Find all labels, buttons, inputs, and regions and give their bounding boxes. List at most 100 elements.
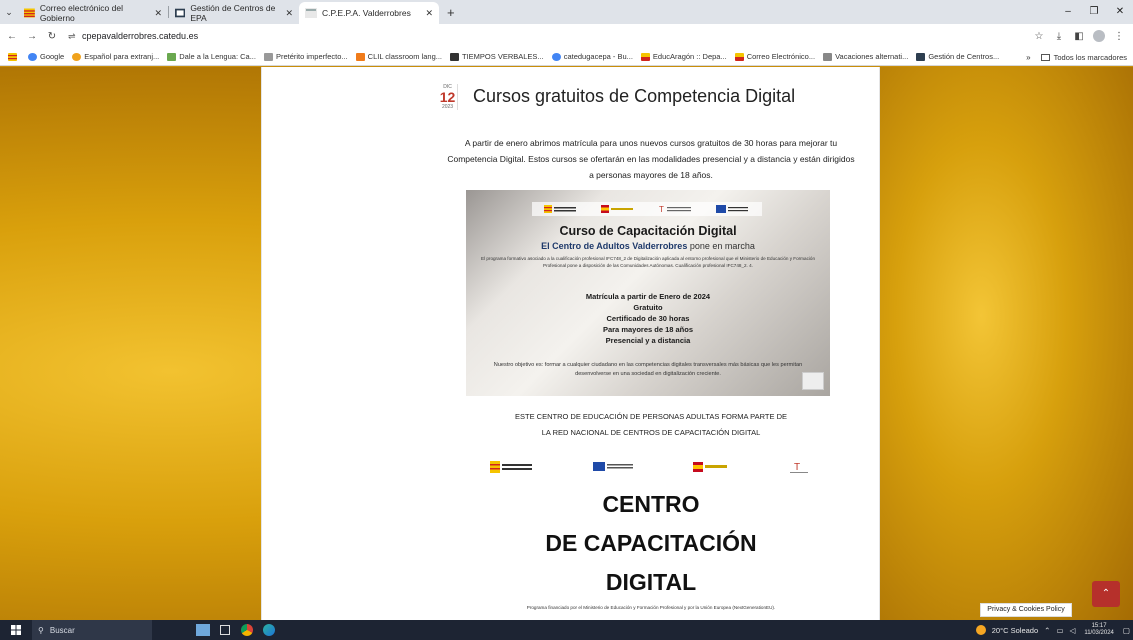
flyer-description: El programa formativo asociado a la cual…: [481, 256, 815, 268]
network-line: ESTE CENTRO DE EDUCACIÓN DE PERSONAS ADU…: [515, 412, 787, 421]
bookmark-aragon[interactable]: [8, 52, 20, 61]
flyer-subtitle: El Centro de Adultos Valderrobres pone e…: [466, 241, 830, 251]
gobierno-espana-logo: [601, 205, 634, 213]
tab-title: C.P.E.P.A. Valderrobres: [322, 8, 411, 18]
tab-search-button[interactable]: ⌄: [0, 0, 18, 24]
aragon-flag-icon: [640, 52, 650, 61]
windows-start-button[interactable]: [0, 620, 32, 640]
post-title[interactable]: Cursos gratuitos de Competencia Digital: [473, 86, 795, 107]
network-line: LA RED NACIONAL DE CENTROS DE CAPACITACI…: [541, 428, 761, 437]
bookmark-label: Gestión de Centros...: [928, 52, 1000, 61]
flyer-highlight: Gratuito: [633, 303, 663, 312]
chevron-up-icon[interactable]: ⌃: [1044, 626, 1050, 635]
bookmark-label: Pretérito imperfecto...: [275, 52, 348, 61]
bookmark-item[interactable]: Dale a la Lengua: Ca...: [167, 52, 256, 61]
close-icon[interactable]: ✕: [279, 8, 293, 19]
taskbar-search[interactable]: ⚲ Buscar: [32, 620, 152, 640]
sponsor-logos: T: [490, 456, 810, 478]
google-icon: [28, 52, 37, 61]
tab-strip: ⌄ Correo electrónico del Gobierno ✕ Gest…: [0, 0, 1133, 24]
flyer-subtitle-bold: El Centro de Adultos Valderrobres: [541, 241, 688, 251]
all-bookmarks-link[interactable]: Todos los marcadores: [1054, 53, 1127, 62]
tr-logo: T: [789, 462, 808, 473]
volume-icon[interactable]: ◁: [1070, 626, 1076, 635]
weather-text[interactable]: 20°C Soleado: [992, 626, 1038, 635]
reload-icon[interactable]: ↻: [44, 31, 60, 42]
bookmark-item[interactable]: CLIL classroom lang...: [355, 52, 442, 61]
big-title-line: DIGITAL: [605, 569, 697, 595]
bookmark-label: Vacaciones alternati...: [835, 52, 909, 61]
globe-icon: [72, 52, 82, 61]
flyer-highlight: Presencial y a distancia: [605, 336, 691, 345]
bookmark-label: Correo Electrónico...: [746, 52, 816, 61]
forward-icon[interactable]: →: [24, 31, 40, 42]
aragon-flag-icon: [8, 52, 17, 61]
url-field[interactable]: ⇌ cpepavalderrobres.catedu.es: [68, 27, 198, 45]
bookmark-item[interactable]: Google: [28, 52, 64, 61]
bookmark-item[interactable]: Pretérito imperfecto...: [263, 52, 348, 61]
address-bar: ← → ↻ ⇌ cpepavalderrobres.catedu.es ☆ ⤓ …: [0, 24, 1133, 48]
notifications-icon[interactable]: ▢: [1123, 626, 1130, 635]
svg-text:T: T: [659, 205, 664, 213]
eu-flag-logo: [716, 205, 749, 213]
avatar[interactable]: [1093, 30, 1105, 42]
big-title-line: CENTRO: [602, 491, 700, 517]
site-settings-icon[interactable]: ⇌: [68, 31, 82, 42]
close-icon[interactable]: ✕: [419, 8, 433, 19]
tab-title: Gestión de Centros de EPA: [190, 3, 276, 23]
tab-correo[interactable]: Correo electrónico del Gobierno ✕: [18, 2, 168, 24]
bookmark-item[interactable]: catedugacepa - Bu...: [551, 52, 633, 61]
folder-icon: [1040, 53, 1050, 61]
bookmark-label: Dale a la Lengua: Ca...: [179, 52, 256, 61]
svg-text:T: T: [794, 462, 800, 473]
side-panel-icon[interactable]: ◧: [1069, 31, 1089, 42]
bookmark-label: Español para extranj...: [84, 52, 160, 61]
url-text: cpepavalderrobres.catedu.es: [82, 31, 199, 41]
new-tab-button[interactable]: +: [439, 5, 463, 20]
windows-logo-icon: [11, 625, 21, 635]
network-icon[interactable]: ▭: [1056, 626, 1063, 635]
date-day: 12: [439, 89, 456, 105]
bookmark-item[interactable]: Gestión de Centros...: [916, 52, 999, 61]
restore-icon[interactable]: ❐: [1081, 0, 1107, 24]
close-icon[interactable]: ✕: [148, 8, 162, 19]
bookmark-item[interactable]: Vacaciones alternati...: [823, 52, 908, 61]
close-window-icon[interactable]: ✕: [1107, 0, 1133, 24]
windows-taskbar: ⚲ Buscar 20°C Soleado ⌃ ▭ ◁ 15:17 11/03/…: [0, 620, 1133, 640]
bookmark-item[interactable]: TIEMPOS VERBALES...: [450, 52, 544, 61]
search-placeholder: Buscar: [49, 625, 75, 635]
scroll-to-top-button[interactable]: ⌃: [1092, 581, 1120, 607]
bookmark-label: EducAragón :: Depa...: [652, 52, 727, 61]
bookmark-label: Google: [40, 52, 65, 61]
weather-icon: [975, 625, 986, 635]
gobierno-aragon-logo: [490, 461, 532, 473]
eu-flag-logo: [592, 461, 633, 471]
flyer-highlight: Matrícula a partir de Enero de 2024: [585, 292, 711, 301]
news-widget-icon[interactable]: [192, 620, 214, 640]
chrome-icon[interactable]: [236, 620, 258, 640]
minimize-icon[interactable]: –: [1055, 0, 1081, 24]
tr-logo: T: [659, 205, 691, 213]
gobierno-espana-logo: [693, 462, 728, 472]
bookmark-item[interactable]: Correo Electrónico...: [734, 52, 816, 61]
edge-icon[interactable]: [258, 620, 280, 640]
tab-gestion[interactable]: Gestión de Centros de EPA ✕: [169, 2, 299, 24]
tab-cpepa[interactable]: C.P.E.P.A. Valderrobres ✕: [299, 2, 439, 24]
clock-date: 11/03/2024: [1084, 630, 1114, 636]
flyer-highlight: Para mayores de 18 años: [602, 325, 694, 334]
bookmark-item[interactable]: EducAragón :: Depa...: [640, 52, 727, 61]
search-icon: ⚲: [38, 625, 44, 635]
task-view-icon[interactable]: [214, 620, 236, 640]
gestion-favicon-icon: [916, 52, 926, 61]
gobierno-aragon-logo: [543, 205, 576, 213]
bookmark-item[interactable]: Español para extranj...: [72, 52, 159, 61]
post-intro: A partir de enero abrimos matrícula para…: [447, 138, 855, 180]
menu-icon[interactable]: ⋮: [1109, 31, 1129, 42]
clock[interactable]: 15:17 11/03/2024: [1084, 623, 1114, 637]
aragon-flag-icon: [734, 52, 744, 61]
download-icon[interactable]: ⤓: [1049, 31, 1069, 42]
privacy-cookies-link[interactable]: Privacy & Cookies Policy: [980, 603, 1072, 617]
chevron-right-icon[interactable]: »: [1026, 53, 1030, 62]
back-icon[interactable]: ←: [4, 31, 20, 42]
bookmark-star-icon[interactable]: ☆: [1029, 31, 1049, 42]
